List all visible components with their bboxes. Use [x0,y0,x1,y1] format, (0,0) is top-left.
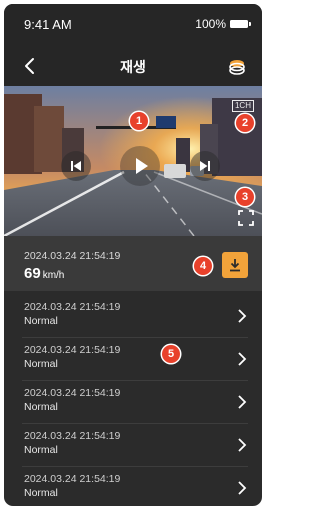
callout-marker-4: 4 [194,257,212,275]
record-status: Normal [24,358,58,370]
callout-marker-2: 2 [236,114,254,132]
chevron-right-icon [238,395,247,409]
download-icon [230,259,240,272]
skip-next-icon [200,161,210,171]
record-row[interactable]: 2024.03.24 21:54:19 Normal [4,338,262,381]
chevron-right-icon [238,309,247,323]
page-title: 재생 [120,59,146,75]
next-button[interactable] [190,151,220,181]
chevron-right-icon [238,438,247,452]
record-row[interactable]: 2024.03.24 21:54:19 Normal [4,381,262,424]
channel-badge: 1CH [231,100,254,112]
play-button[interactable] [120,146,160,186]
video-player[interactable]: 1CH [4,86,262,236]
status-time: 9:41 AM [24,17,72,32]
app-screen: 9:41 AM 100% 재생 1CH 2024.03.24 21:54:19 … [4,4,262,506]
previous-button[interactable] [61,151,91,181]
battery-percent: 100% [195,17,226,31]
chevron-right-icon [238,352,247,366]
record-datetime: 2024.03.24 21:54:19 [24,473,121,485]
record-status: Normal [24,487,58,499]
selected-record: 2024.03.24 21:54:19 69 km/h [4,239,262,291]
battery-icon [230,20,251,28]
callout-marker-5: 5 [162,345,180,363]
app-header: 재생 [4,46,262,86]
play-icon [136,158,148,174]
layers-icon[interactable] [226,56,248,78]
record-status: Normal [24,444,58,456]
selected-speed: 69 km/h [24,265,64,283]
record-datetime: 2024.03.24 21:54:19 [24,430,121,442]
record-row[interactable]: 2024.03.24 21:54:19 Normal [4,467,262,506]
speed-unit: km/h [42,270,65,281]
record-datetime: 2024.03.24 21:54:19 [24,344,121,356]
callout-marker-1: 1 [130,112,148,130]
record-status: Normal [24,315,58,327]
record-row[interactable]: 2024.03.24 21:54:19 Normal [4,295,262,338]
record-datetime: 2024.03.24 21:54:19 [24,301,121,313]
download-button[interactable] [222,252,248,278]
record-row[interactable]: 2024.03.24 21:54:19 Normal [4,424,262,467]
record-status: Normal [24,401,58,413]
selected-datetime: 2024.03.24 21:54:19 [24,250,121,262]
fullscreen-icon[interactable] [238,210,254,226]
record-datetime: 2024.03.24 21:54:19 [24,387,121,399]
status-bar: 9:41 AM 100% [4,4,262,46]
chevron-right-icon [238,481,247,495]
speed-value: 69 [24,265,41,282]
skip-previous-icon [71,161,81,171]
callout-marker-3: 3 [236,188,254,206]
record-list: 2024.03.24 21:54:19 Normal 2024.03.24 21… [4,295,262,506]
